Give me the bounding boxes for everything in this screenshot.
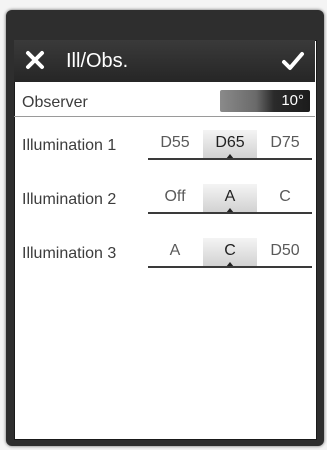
selector-underline (148, 212, 312, 214)
selector-underline (148, 266, 312, 268)
observer-toggle[interactable]: 10° (220, 90, 310, 112)
illumination-1-label: Illumination 1 (22, 137, 117, 154)
observer-row: Observer 10° (14, 84, 315, 124)
illumination-1-selector: D55 D65 D75 (148, 130, 312, 164)
illumination-2-selector: Off A C (148, 184, 312, 218)
selector-underline (148, 158, 312, 160)
illumination-3-option-d50[interactable]: D50 (258, 238, 312, 266)
illumination-3-label: Illumination 3 (22, 245, 117, 262)
dialog-header: Ill/Obs. (14, 40, 315, 82)
illumination-2-option-c[interactable]: C (258, 184, 312, 212)
illumination-1-option-d65[interactable]: D65 (203, 130, 257, 159)
illumination-1-option-d65-label: D65 (215, 134, 245, 151)
illumination-1-row: Illumination 1 D55 D65 D75 (14, 120, 315, 160)
illumination-1-option-d75[interactable]: D75 (258, 130, 312, 158)
row-divider (14, 116, 315, 117)
illumination-3-option-c[interactable]: C (203, 238, 257, 267)
illumination-2-label: Illumination 2 (22, 191, 117, 208)
illumination-2-option-a[interactable]: A (203, 184, 257, 213)
illumination-2-option-a-label: A (224, 188, 236, 205)
check-icon[interactable] (281, 49, 305, 73)
close-icon[interactable] (23, 48, 47, 72)
illumination-2-row: Illumination 2 Off A C (14, 174, 315, 214)
observer-label: Observer (22, 94, 88, 111)
illumination-3-option-a[interactable]: A (148, 238, 202, 266)
illumination-2-option-off[interactable]: Off (148, 184, 202, 212)
illumination-1-option-d55[interactable]: D55 (148, 130, 202, 158)
illumination-3-option-c-label: C (224, 242, 236, 259)
dialog-title: Ill/Obs. (66, 50, 129, 72)
illumination-3-selector: A C D50 (148, 238, 312, 272)
illumination-3-row: Illumination 3 A C D50 (14, 228, 315, 268)
observer-value: 10° (281, 92, 304, 109)
